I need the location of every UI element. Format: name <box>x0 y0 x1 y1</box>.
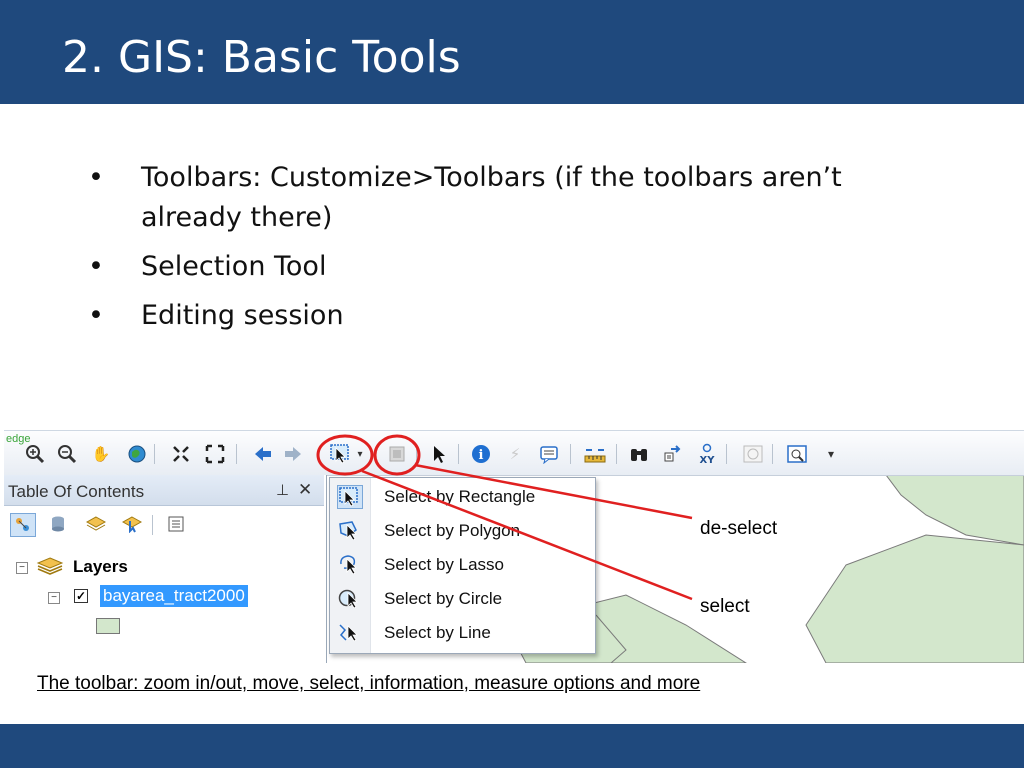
arcmap-screenshot: edge ✋ ▾ i ⚡ XY ▾ Table Of Contents ⊥ ✕ … <box>4 430 1024 663</box>
slide-title: 2. GIS: Basic Tools <box>62 32 461 83</box>
bullet-text: Selection Tool <box>141 251 327 282</box>
slide-footer-bar <box>0 724 1024 768</box>
bullet-dot: • <box>88 162 104 193</box>
bullet-text: Toolbars: Customize>Toolbars (if the too… <box>141 162 842 233</box>
deselect-tool-highlight-circle <box>373 434 421 476</box>
bullet-item: • Editing session <box>88 296 888 336</box>
select-pointer-line <box>361 469 693 601</box>
select-tool-highlight-circle <box>316 434 374 476</box>
annotation-overlay <box>316 434 693 601</box>
screenshot-caption: The toolbar: zoom in/out, move, select, … <box>37 673 701 694</box>
bullet-text: Editing session <box>141 300 344 331</box>
deselect-pointer-line <box>414 463 693 520</box>
bullet-dot: • <box>88 300 104 331</box>
bullet-item: • Selection Tool <box>88 247 888 287</box>
bullet-item: • Toolbars: Customize>Toolbars (if the to… <box>88 158 888 238</box>
bullet-list: • Toolbars: Customize>Toolbars (if the to… <box>88 158 888 345</box>
bullet-dot: • <box>88 251 104 282</box>
